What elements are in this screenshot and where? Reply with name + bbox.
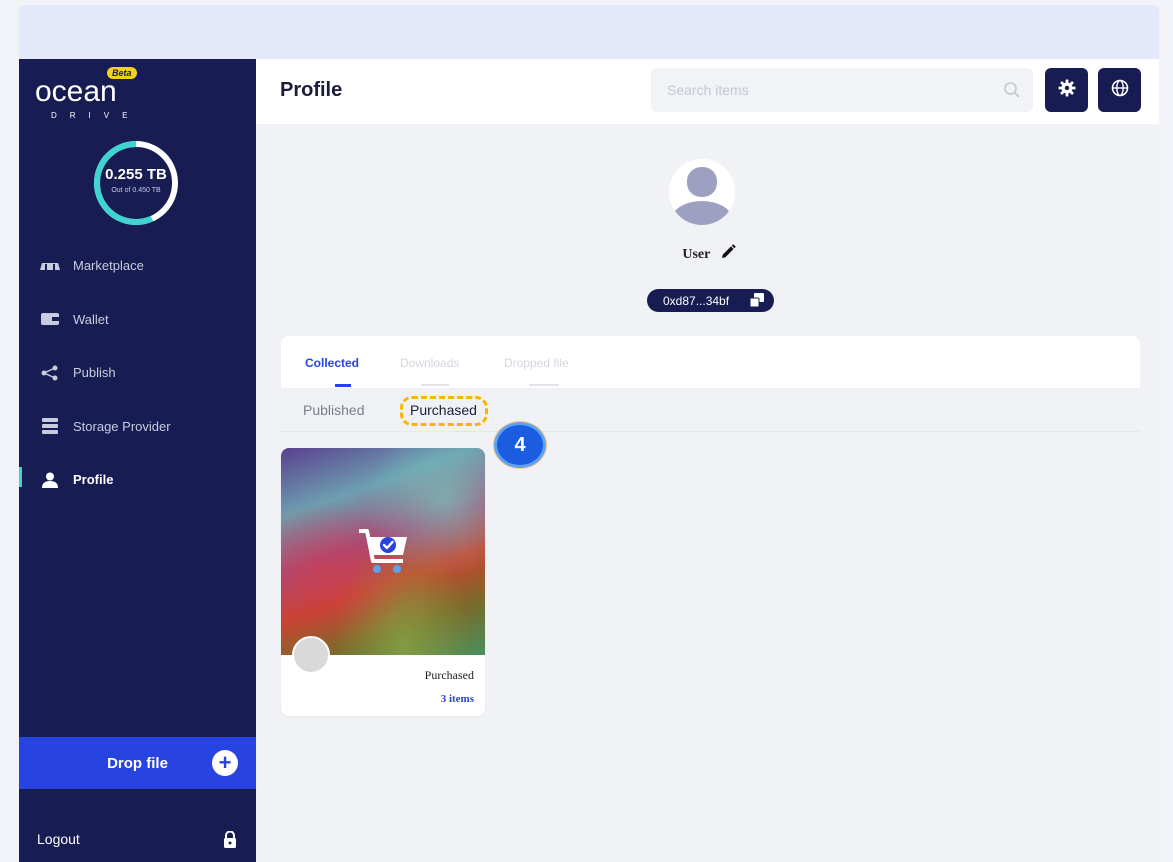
copy-icon[interactable] xyxy=(749,293,764,310)
logo-wordmark: ocean xyxy=(35,75,117,108)
server-icon xyxy=(39,418,61,435)
wallet-icon xyxy=(39,311,61,327)
search-input[interactable] xyxy=(651,68,981,112)
globe-icon xyxy=(1111,79,1129,102)
share-icon xyxy=(39,365,61,381)
logout-button[interactable]: Logout xyxy=(37,819,237,859)
tab-downloads-underline xyxy=(421,384,449,386)
logout-label: Logout xyxy=(37,831,80,847)
active-indicator xyxy=(19,467,22,487)
storage-usage-ring: 0.255 TB Out of 0.450 TB xyxy=(92,139,180,227)
sidebar-item-label: Publish xyxy=(73,365,116,381)
card-owner-avatar xyxy=(292,636,330,674)
wallet-address-pill[interactable]: 0xd87...34bf xyxy=(647,289,774,312)
card-item-count: 3 items xyxy=(440,693,474,705)
top-header: Profile xyxy=(256,59,1159,124)
card-title: Purchased xyxy=(424,668,474,682)
search-box xyxy=(651,68,1033,112)
beta-badge: Beta xyxy=(107,67,137,79)
app-frame: ocean Beta DRIVE 0.255 TB Out of 0.450 T… xyxy=(19,59,1159,862)
marketplace-icon xyxy=(39,258,61,274)
sidebar-item-storage-provider[interactable]: Storage Provider xyxy=(19,400,256,454)
lock-icon xyxy=(223,830,237,851)
purchased-highlight-marker xyxy=(400,396,488,426)
user-icon xyxy=(39,472,61,488)
sidebar-item-marketplace[interactable]: Marketplace xyxy=(19,239,256,293)
purchased-collection-card[interactable]: Purchased 3 items xyxy=(281,448,485,716)
tab-collected[interactable]: Collected xyxy=(305,356,359,370)
drop-file-label: Drop file xyxy=(107,754,168,772)
gear-icon xyxy=(1058,79,1076,102)
tab-collected-underline xyxy=(335,384,351,387)
sidebar-item-publish[interactable]: Publish xyxy=(19,346,256,400)
profile-tabs: Collected Downloads Dropped file xyxy=(281,336,1140,388)
step-number: 4 xyxy=(494,422,546,468)
subtab-published[interactable]: Published xyxy=(303,402,365,418)
tab-dropped-file[interactable]: Dropped file xyxy=(504,356,569,370)
logo-subtitle: DRIVE xyxy=(51,111,141,120)
sidebar-item-label: Profile xyxy=(73,472,114,488)
drop-file-button[interactable]: Drop file + xyxy=(19,737,256,789)
storage-ring-icon xyxy=(94,141,179,225)
sidebar-nav: Marketplace Wallet Publish Storage Provi… xyxy=(19,239,256,507)
profile-username: User xyxy=(619,244,799,265)
sidebar-item-label: Storage Provider xyxy=(73,418,171,434)
plus-icon: + xyxy=(212,750,238,776)
search-icon[interactable] xyxy=(1003,81,1021,104)
ocean-drive-logo[interactable]: ocean Beta DRIVE xyxy=(29,65,179,125)
cart-check-icon xyxy=(357,525,409,582)
tab-downloads[interactable]: Downloads xyxy=(400,356,459,370)
username-text: User xyxy=(682,247,711,262)
default-avatar-icon xyxy=(672,167,732,225)
sidebar-item-label: Marketplace xyxy=(73,258,144,274)
page-title: Profile xyxy=(280,79,343,101)
sidebar-item-label: Wallet xyxy=(73,311,109,327)
tab-dropped-file-underline xyxy=(529,384,559,386)
step-marker: 4 xyxy=(493,421,547,469)
storage-used: 0.255 TB xyxy=(105,166,167,183)
storage-total: Out of 0.450 TB xyxy=(111,187,161,194)
sidebar-item-profile[interactable]: Profile xyxy=(19,453,256,507)
sidebar: ocean Beta DRIVE 0.255 TB Out of 0.450 T… xyxy=(19,59,256,862)
browser-top-band xyxy=(19,5,1159,59)
wallet-address: 0xd87...34bf xyxy=(663,293,730,308)
sidebar-item-wallet[interactable]: Wallet xyxy=(19,293,256,347)
language-button[interactable] xyxy=(1098,68,1141,112)
edit-icon[interactable] xyxy=(720,244,736,265)
profile-avatar[interactable] xyxy=(669,159,735,225)
settings-button[interactable] xyxy=(1045,68,1088,112)
